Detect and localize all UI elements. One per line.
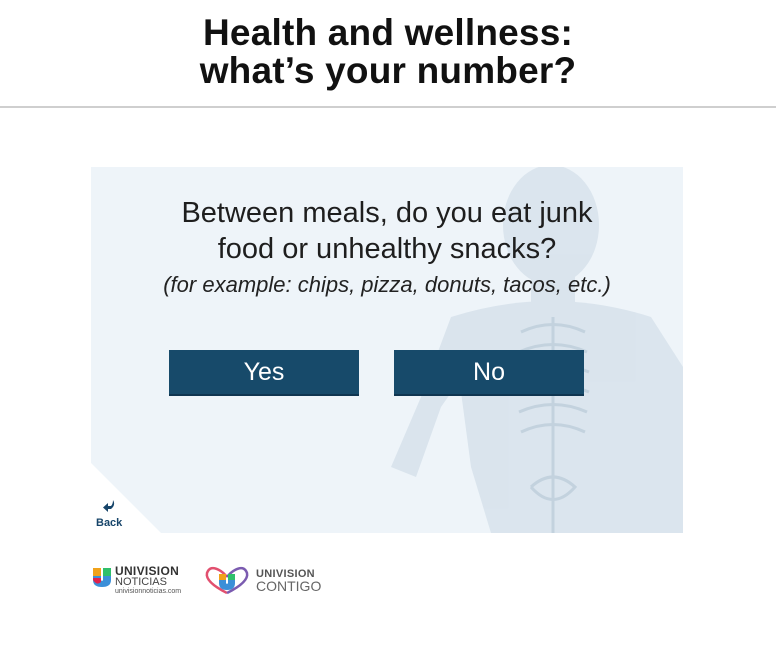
back-button[interactable]: Back [91,497,127,533]
page-header: Health and wellness: what’s your number? [0,0,776,108]
title-line-2: what’s your number? [199,50,577,91]
contigo-hearts-icon [205,566,249,595]
logo1-url: univisionnoticias.com [115,588,182,595]
question-card: Between meals, do you eat junk food or u… [91,167,683,533]
logo1-sub: NOTICIAS [115,576,167,588]
univision-u-icon [93,568,111,587]
univision-contigo-logo: UNIVISION CONTIGO [201,562,331,598]
yes-button[interactable]: Yes [169,350,359,394]
logo2-sub: CONTIGO [256,578,322,594]
question-line-1: Between meals, do you eat junk [181,197,593,229]
question-example: (for example: chips, pizza, donuts, taco… [163,272,611,297]
back-arrow-icon [103,500,115,512]
question-line-2: food or unhealthy snacks? [217,233,557,265]
question-text: Between meals, do you eat junk food or u… [91,195,683,267]
univision-noticias-logo: UNIVISION NOTICIAS univisionnoticias.com [91,562,191,598]
back-label: Back [96,517,123,529]
page-title: Health and wellness: what’s your number? [0,14,776,90]
title-line-1: Health and wellness: [203,12,573,53]
footer-logos: UNIVISION NOTICIAS univisionnoticias.com… [91,562,331,602]
no-button[interactable]: No [394,350,584,394]
